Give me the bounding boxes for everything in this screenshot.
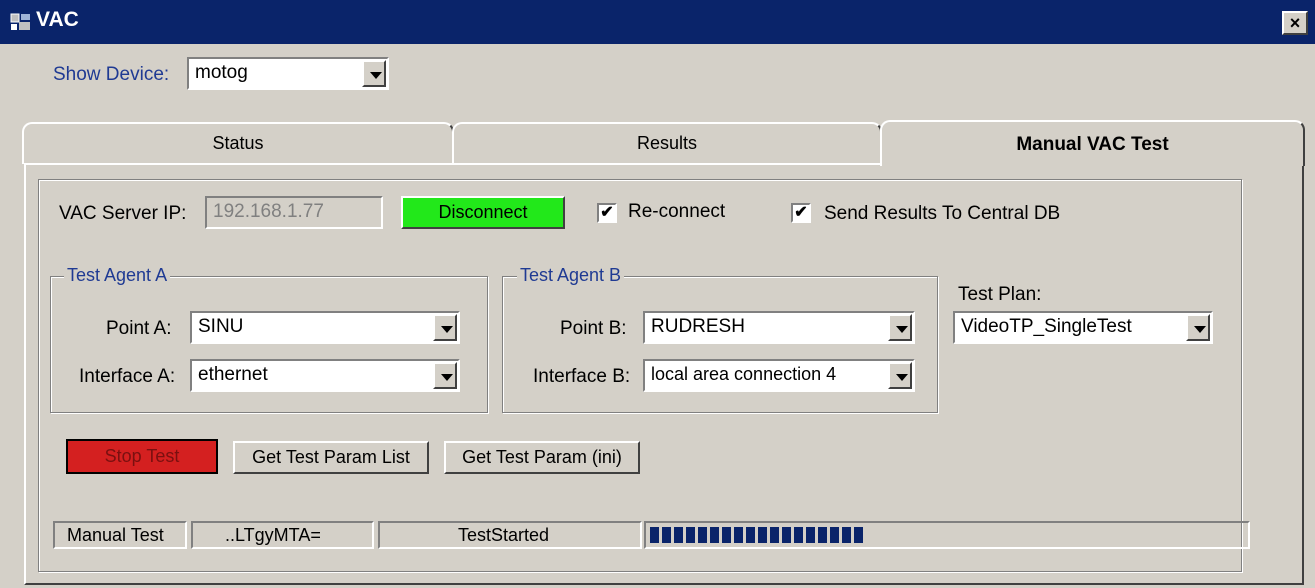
test-plan-select[interactable]: VideoTP_SingleTest — [953, 311, 1213, 344]
title-bar: VAC × — [0, 0, 1315, 44]
progress-block — [710, 527, 719, 543]
tab-status[interactable]: Status — [22, 122, 454, 164]
close-button[interactable]: × — [1282, 11, 1308, 35]
test-agent-a-title: Test Agent A — [64, 265, 171, 286]
progress-block — [782, 527, 791, 543]
interface-b-label: Interface B: — [533, 366, 631, 387]
progress-block — [806, 527, 815, 543]
point-b-label: Point B: — [560, 318, 627, 339]
test-plan-label: Test Plan: — [958, 284, 1042, 305]
tab-manual-vac-test-label: Manual VAC Test — [1016, 134, 1169, 155]
progress-block — [674, 527, 683, 543]
point-a-label: Point A: — [106, 318, 172, 339]
tab-manual-vac-test[interactable]: Manual VAC Test — [880, 120, 1305, 166]
reconnect-label: Re-connect — [628, 201, 726, 222]
progress-block — [818, 527, 827, 543]
status-mode: Manual Test — [53, 521, 187, 549]
chevron-down-icon[interactable] — [433, 362, 457, 389]
progress-block — [794, 527, 803, 543]
test-plan-value: VideoTP_SingleTest — [961, 316, 1132, 337]
point-b-select[interactable]: RUDRESH — [643, 311, 915, 344]
status-state: TestStarted — [378, 521, 642, 549]
test-agent-a-group — [50, 276, 488, 413]
server-ip-field[interactable]: 192.168.1.77 — [205, 196, 383, 229]
get-test-param-ini-button[interactable]: Get Test Param (ini) — [444, 441, 640, 474]
server-ip-value: 192.168.1.77 — [213, 201, 324, 222]
chevron-down-icon[interactable] — [888, 314, 912, 341]
stop-test-label: Stop Test — [104, 446, 180, 466]
point-b-value: RUDRESH — [651, 316, 745, 337]
send-results-label: Send Results To Central DB — [824, 203, 1061, 224]
tab-results-label: Results — [636, 133, 698, 153]
progress-block — [698, 527, 707, 543]
get-test-param-list-label: Get Test Param List — [252, 447, 410, 467]
progress-bar — [644, 521, 1250, 549]
get-test-param-list-button[interactable]: Get Test Param List — [233, 441, 429, 474]
show-device-value: motog — [195, 62, 248, 83]
tab-results[interactable]: Results — [452, 122, 882, 164]
checkmark-icon: ✔ — [794, 204, 808, 221]
test-agent-b-title: Test Agent B — [517, 265, 625, 286]
progress-block — [686, 527, 695, 543]
status-token: ..LTgyMTA= — [191, 521, 374, 549]
progress-block — [662, 527, 671, 543]
disconnect-label: Disconnect — [438, 202, 528, 222]
send-results-checkbox[interactable]: ✔ — [791, 203, 811, 223]
point-a-select[interactable]: SINU — [190, 311, 460, 344]
progress-block — [734, 527, 743, 543]
progress-block — [854, 527, 863, 543]
progress-block — [722, 527, 731, 543]
chevron-down-icon[interactable] — [433, 314, 457, 341]
progress-block — [830, 527, 839, 543]
progress-block — [650, 527, 659, 543]
interface-a-label: Interface A: — [79, 366, 176, 387]
checkmark-icon: ✔ — [600, 204, 614, 221]
server-ip-label: VAC Server IP: — [59, 203, 187, 224]
close-icon: × — [1289, 13, 1301, 33]
tab-status-label: Status — [212, 133, 264, 153]
show-device-label: Show Device: — [53, 64, 170, 85]
disconnect-button[interactable]: Disconnect — [401, 196, 565, 229]
interface-a-value: ethernet — [198, 364, 268, 385]
progress-block — [770, 527, 779, 543]
test-agent-b-group — [502, 276, 938, 413]
window-title: VAC — [36, 8, 79, 31]
interface-b-select[interactable]: local area connection 4 — [643, 359, 915, 392]
interface-b-value: local area connection 4 — [651, 364, 837, 384]
chevron-down-icon[interactable] — [888, 362, 912, 389]
progress-block — [842, 527, 851, 543]
progress-block — [746, 527, 755, 543]
point-a-value: SINU — [198, 316, 244, 337]
chevron-down-icon[interactable] — [362, 60, 386, 87]
interface-a-select[interactable]: ethernet — [190, 359, 460, 392]
show-device-select[interactable]: motog — [187, 57, 389, 90]
stop-test-button[interactable]: Stop Test — [66, 439, 218, 474]
chevron-down-icon[interactable] — [1186, 314, 1210, 341]
progress-block — [758, 527, 767, 543]
reconnect-checkbox[interactable]: ✔ — [597, 203, 617, 223]
window-icon — [10, 13, 30, 30]
get-test-param-ini-label: Get Test Param (ini) — [462, 447, 622, 467]
